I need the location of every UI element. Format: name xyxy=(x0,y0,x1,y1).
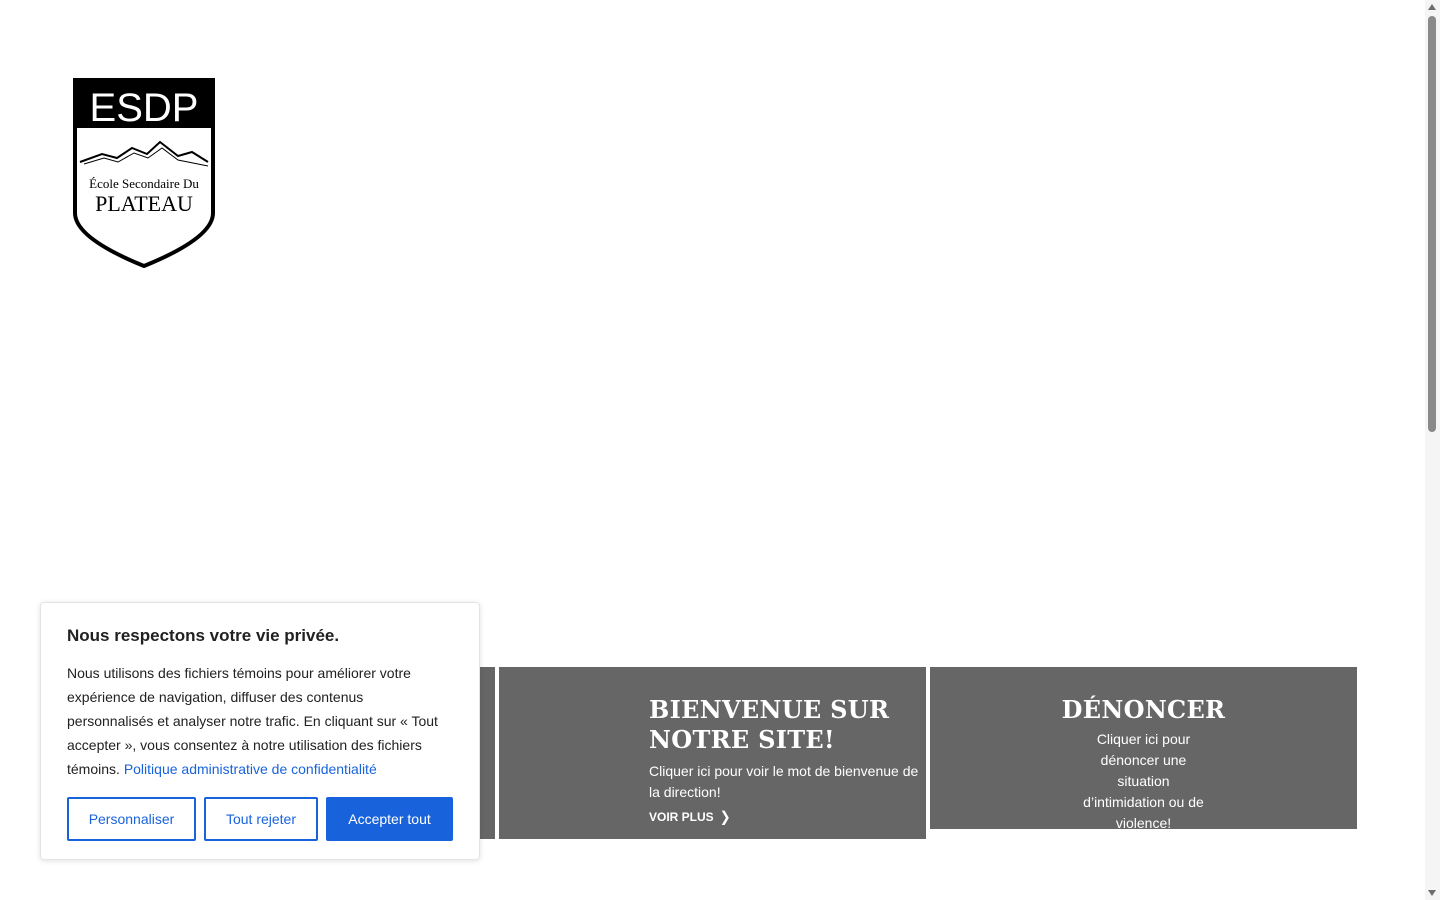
scroll-down-arrow-icon[interactable] xyxy=(1428,890,1436,896)
voir-plus-link[interactable]: VOIR PLUS ❯ xyxy=(649,808,731,825)
vertical-scrollbar[interactable] xyxy=(1425,0,1440,900)
scroll-up-arrow-icon[interactable] xyxy=(1428,4,1436,10)
customize-button[interactable]: Personnaliser xyxy=(67,797,196,841)
logo-line1: École Secondaire Du xyxy=(89,176,199,191)
logo-line2: PLATEAU xyxy=(95,191,193,216)
school-logo[interactable]: ESDP École Secondaire Du PLATEAU xyxy=(72,78,216,269)
logo-acronym: ESDP xyxy=(90,86,199,130)
cookie-title: Nous respectons votre vie privée. xyxy=(67,626,340,645)
scrollbar-thumb[interactable] xyxy=(1428,16,1436,432)
cookie-buttons: Personnaliser Tout rejeter Accepter tout xyxy=(67,797,453,841)
voir-plus-link[interactable]: VOIR PLUS ❯ xyxy=(1102,839,1185,856)
card-title: BIENVENUE SUR NOTRE SITE! xyxy=(649,695,890,754)
reject-all-button[interactable]: Tout rejeter xyxy=(204,797,318,841)
cookie-description: Nous utilisons des fichiers témoins pour… xyxy=(67,661,453,781)
voir-plus-label: VOIR PLUS xyxy=(1102,841,1168,855)
card-text: Cliquer ici pour voir le mot de bienvenu… xyxy=(649,763,919,800)
promo-card-denoncer[interactable]: DÉNONCER Cliquer ici pour dénoncer une s… xyxy=(930,667,1357,856)
shield-logo-graphic: ESDP École Secondaire Du PLATEAU xyxy=(73,78,215,269)
promo-card-welcome[interactable]: BIENVENUE SUR NOTRE SITE! Cliquer ici po… xyxy=(499,667,926,839)
cookie-consent-banner: Nous respectons votre vie privée. Nous u… xyxy=(40,602,480,860)
chevron-right-icon: ❯ xyxy=(1173,839,1185,856)
accept-all-button[interactable]: Accepter tout xyxy=(326,797,453,841)
privacy-policy-link[interactable]: Politique administrative de confidential… xyxy=(124,761,377,777)
chevron-right-icon: ❯ xyxy=(719,808,731,825)
card-text: Cliquer ici pour dénoncer une situation … xyxy=(1083,731,1204,831)
card-title: DÉNONCER xyxy=(1061,695,1226,724)
voir-plus-label: VOIR PLUS xyxy=(649,810,714,824)
